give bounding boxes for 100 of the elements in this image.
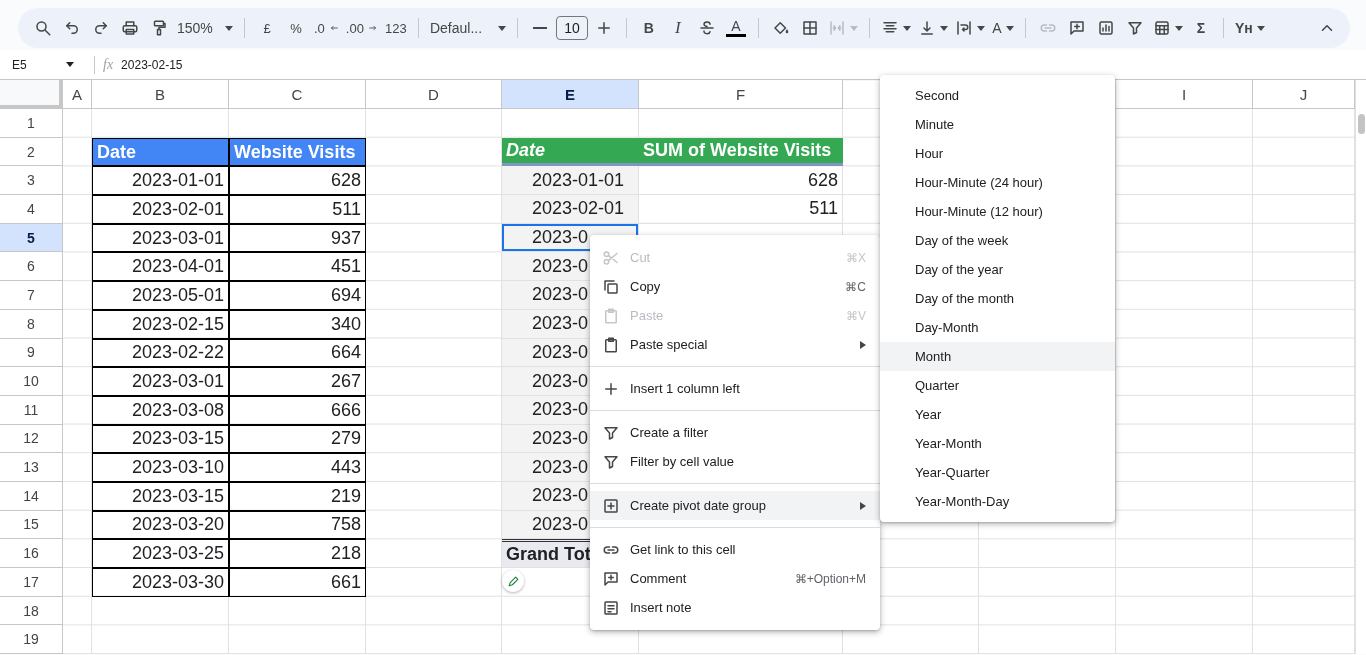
- menu-item[interactable]: Year-Quarter: [880, 458, 1115, 487]
- row-number[interactable]: 9: [0, 338, 63, 368]
- row-number[interactable]: 13: [0, 453, 63, 482]
- table-cell: 2023-02-01: [502, 195, 639, 224]
- functions-button[interactable]: Σ: [1187, 14, 1214, 42]
- row-number[interactable]: 12: [0, 424, 63, 454]
- menu-item[interactable]: Create pivot date group: [590, 491, 880, 520]
- row-number[interactable]: 16: [0, 539, 63, 568]
- table-cell: 2023-01-01: [502, 166, 639, 196]
- row-number[interactable]: 19: [0, 625, 63, 655]
- table-cell: 2023-03-10: [92, 453, 229, 482]
- menu-item[interactable]: Second: [880, 81, 1115, 110]
- table-cell: 2023-05-01: [92, 281, 229, 310]
- caret-icon: [939, 25, 948, 31]
- row-number[interactable]: 5: [0, 223, 63, 253]
- font-size-field[interactable]: 10: [555, 16, 588, 40]
- table-cell: 219: [229, 481, 366, 511]
- menu-item[interactable]: Hour-Minute (12 hour): [880, 197, 1115, 226]
- row-number[interactable]: 3: [0, 166, 63, 196]
- caret-icon: [225, 25, 233, 31]
- header-cell: Date: [92, 137, 229, 167]
- plus-box-icon: [602, 496, 620, 515]
- menu-item[interactable]: Year-Month-Day: [880, 487, 1115, 516]
- italic-button[interactable]: I: [664, 14, 691, 42]
- scissors-icon: [602, 248, 620, 267]
- chart-icon: [1096, 19, 1115, 37]
- row-number[interactable]: 7: [0, 281, 63, 310]
- undo-icon: [63, 19, 81, 37]
- printer-icon: [121, 19, 139, 37]
- comment-icon: [1067, 19, 1086, 37]
- table-cell: 511: [229, 195, 366, 224]
- table-cell: 2023-03-25: [92, 539, 229, 568]
- row-number[interactable]: 11: [0, 395, 63, 425]
- table-cell: 340: [229, 309, 366, 339]
- more-formats-button[interactable]: 123: [382, 14, 409, 42]
- row-number[interactable]: 14: [0, 481, 63, 511]
- column-header[interactable]: E: [502, 80, 639, 109]
- menu-item[interactable]: Day of the week: [880, 226, 1115, 255]
- comment-icon: [602, 569, 620, 588]
- row-number[interactable]: 15: [0, 510, 63, 540]
- menu-item[interactable]: Day of the year: [880, 255, 1115, 284]
- edit-pencil-icon[interactable]: [502, 570, 524, 592]
- row-number[interactable]: 6: [0, 252, 63, 282]
- pivot-header-cell: Date: [502, 137, 639, 167]
- row-number[interactable]: 1: [0, 109, 63, 138]
- column-header[interactable]: D: [366, 80, 502, 109]
- bold-button[interactable]: B: [635, 14, 662, 42]
- menu-item[interactable]: Hour-Minute (24 hour): [880, 168, 1115, 197]
- menu-item[interactable]: Month: [880, 342, 1115, 371]
- caret-icon: [902, 25, 911, 31]
- name-box[interactable]: E5: [0, 57, 84, 72]
- arrow-left-icon: [328, 23, 339, 33]
- table-cell: 2023-03-20: [92, 510, 229, 540]
- menu-item[interactable]: Day of the month: [880, 284, 1115, 313]
- text-color-button[interactable]: A: [722, 14, 749, 42]
- caret-icon: [849, 25, 858, 31]
- column-header[interactable]: I: [1116, 80, 1253, 109]
- addon-button[interactable]: Yн: [1232, 14, 1267, 42]
- percent-button[interactable]: %: [283, 14, 309, 42]
- row-number[interactable]: 18: [0, 596, 63, 626]
- table-cell: 2023-02-15: [92, 309, 229, 339]
- menu-item[interactable]: Minute: [880, 110, 1115, 139]
- column-header[interactable]: F: [639, 80, 843, 109]
- table-cell: 451: [229, 252, 366, 282]
- decrease-decimals-button[interactable]: .0: [312, 14, 341, 42]
- menu-item[interactable]: Quarter: [880, 371, 1115, 400]
- row-number[interactable]: 10: [0, 367, 63, 396]
- zoom-dropdown[interactable]: 150%: [175, 14, 235, 42]
- column-header[interactable]: J: [1253, 80, 1355, 109]
- column-header[interactable]: C: [229, 80, 366, 109]
- table-cell: 758: [229, 510, 366, 540]
- column-header[interactable]: A: [63, 80, 92, 109]
- row-number[interactable]: 4: [0, 195, 63, 224]
- formula-field[interactable]: 2023-02-15: [121, 57, 183, 72]
- table-cell: 443: [229, 453, 366, 482]
- row-number[interactable]: 17: [0, 568, 63, 597]
- table-cell: 279: [229, 424, 366, 454]
- column-header[interactable]: B: [92, 80, 229, 109]
- caret-icon: [976, 25, 985, 31]
- clipboard-icon: [602, 306, 620, 325]
- font-dropdown[interactable]: Defaul...: [427, 14, 508, 42]
- increase-decimals-button[interactable]: .00: [343, 14, 380, 42]
- text-wrap-icon: [954, 19, 973, 37]
- table-icon: [1152, 19, 1171, 37]
- menu-item[interactable]: Hour: [880, 139, 1115, 168]
- minus-icon: [532, 27, 547, 29]
- currency-button[interactable]: £: [254, 14, 280, 42]
- row-number[interactable]: 8: [0, 309, 63, 339]
- row-number[interactable]: 2: [0, 137, 63, 167]
- strikethrough-icon: [697, 19, 716, 37]
- text-rotation-button[interactable]: A: [989, 14, 1016, 42]
- table-cell: 2023-04-01: [92, 252, 229, 282]
- copy-icon: [602, 277, 620, 296]
- fx-label: fx: [103, 56, 114, 73]
- menu-item[interactable]: Year: [880, 400, 1115, 429]
- menu-item[interactable]: Insert note: [590, 593, 880, 622]
- menu-item[interactable]: Day-Month: [880, 313, 1115, 342]
- menu-item[interactable]: Year-Month: [880, 429, 1115, 458]
- scrollbar-thumb[interactable]: [1357, 114, 1365, 134]
- table-cell: 937: [229, 223, 366, 253]
